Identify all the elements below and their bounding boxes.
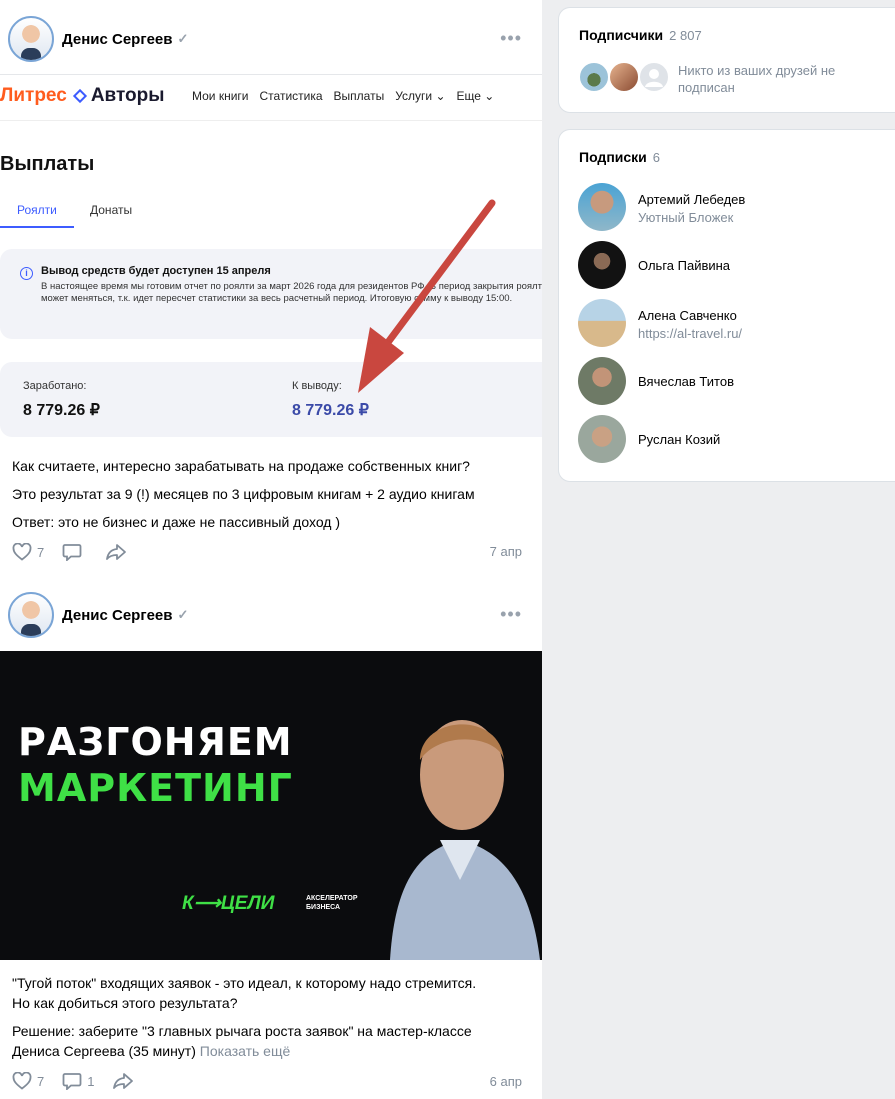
feed-column: Денис Сергеев ✓ ••• Литрес Авторы Мои кн…	[0, 0, 542, 1099]
subscription-name[interactable]: Алена Савченко	[638, 308, 737, 323]
tab-donations: Донаты	[90, 203, 133, 217]
subscription-item[interactable]: Алена Савченко https://al-travel.ru/	[578, 299, 878, 347]
subscription-desc: Уютный Бложек	[638, 210, 734, 225]
heart-icon	[12, 1072, 32, 1090]
post-actions: 7 1	[12, 1070, 157, 1092]
banner-headline-1: РАЗГОНЯЕМ	[18, 720, 293, 764]
page-title: Выплаты	[0, 153, 95, 175]
post-text-line: Ответ: это не бизнес и даже не пассивный…	[12, 514, 341, 530]
nav-item: Еще ⌄	[456, 89, 495, 103]
chevron-down-icon: ⌄	[435, 89, 446, 103]
earned-value: 8 779.26 ₽	[23, 402, 100, 419]
like-count: 7	[37, 1073, 45, 1089]
litres-logo: Литрес Авторы	[0, 85, 165, 106]
post-text-line: Но как добиться этого результата?	[12, 995, 238, 1011]
withdraw-value: 8 779.26 ₽	[292, 402, 369, 419]
post-date[interactable]: 6 апр	[490, 1074, 522, 1089]
subscription-avatar[interactable]	[578, 183, 626, 231]
share-button[interactable]	[105, 543, 132, 561]
red-arrow-icon	[358, 199, 496, 393]
divider	[0, 120, 542, 121]
more-options-icon[interactable]: •••	[500, 604, 522, 625]
author-name[interactable]: Денис Сергеев	[62, 607, 173, 624]
subscription-avatar[interactable]	[578, 241, 626, 289]
followers-title[interactable]: Подписчики	[579, 27, 663, 43]
subscription-avatar[interactable]	[578, 415, 626, 463]
comment-icon	[62, 544, 82, 561]
subscription-name[interactable]: Руслан Козий	[638, 432, 720, 447]
comment-icon	[62, 1073, 82, 1090]
post-text-line: "Тугой поток" входящих заявок - это идеа…	[12, 975, 477, 991]
subscription-avatar[interactable]	[578, 299, 626, 347]
subscriptions-count: 6	[652, 150, 661, 165]
like-count: 7	[37, 544, 45, 560]
nav-item: Статистика	[259, 89, 323, 103]
banner-brand-sub: АКСЕЛЕРАТОР БИЗНЕСА	[306, 895, 358, 911]
post-image-screenshot[interactable]: Литрес Авторы Мои книги Статистика Выпла…	[0, 74, 542, 444]
nav-item: Выплаты	[333, 89, 385, 103]
subscriptions-card: Подписки 6 Артемий Лебедев Уютный Бложек …	[558, 129, 895, 482]
verified-icon: ✓	[177, 607, 189, 622]
speaker-photo	[390, 720, 540, 960]
verified-icon: ✓	[177, 31, 189, 46]
share-icon	[113, 1073, 134, 1089]
like-button[interactable]: 7	[12, 1072, 44, 1090]
subscription-item[interactable]: Ольга Пайвина	[578, 241, 878, 289]
comment-button[interactable]: 1	[62, 1072, 94, 1090]
subscription-name[interactable]: Ольга Пайвина	[638, 258, 730, 273]
post-text-line: Дениса Сергеева (35 минут)	[12, 1043, 196, 1059]
subscription-name[interactable]: Вячеслав Титов	[638, 374, 734, 389]
author-name[interactable]: Денис Сергеев	[62, 31, 173, 48]
share-button[interactable]	[112, 1072, 139, 1090]
followers-count: 2 807	[669, 28, 702, 43]
follower-avatar[interactable]	[578, 61, 610, 93]
followers-card: Подписчики 2 807 Никто из ваших друзей не…	[558, 7, 895, 113]
subscription-name[interactable]: Артемий Лебедев	[638, 192, 745, 207]
logo-diamond-icon	[72, 88, 87, 104]
subscription-link[interactable]: https://al-travel.ru/	[638, 326, 742, 341]
banner-brand: К⟶ЦЕЛИ	[182, 893, 275, 914]
post-header: Денис Сергеев ✓	[8, 16, 188, 62]
litres-nav: Мои книги Статистика Выплаты Услуги ⌄ Ещ…	[192, 89, 494, 103]
tab-royalty: Роялти	[0, 203, 74, 228]
subscriptions-title[interactable]: Подписки	[579, 149, 647, 165]
nav-item: Услуги ⌄	[395, 89, 446, 103]
author-avatar[interactable]	[8, 16, 54, 62]
subscription-avatar[interactable]	[578, 357, 626, 405]
nav-item: Мои книги	[192, 89, 249, 103]
followers-note: Никто из ваших друзей не подписан	[678, 63, 836, 95]
follower-avatar[interactable]	[608, 61, 640, 93]
post-header: Денис Сергеев ✓	[8, 592, 188, 638]
comment-count: 1	[87, 1073, 95, 1089]
chevron-down-icon: ⌄	[484, 89, 495, 103]
subscription-item[interactable]: Артемий Лебедев Уютный Бложек	[578, 183, 878, 231]
comment-button[interactable]	[62, 543, 87, 561]
user-placeholder-icon	[645, 69, 663, 87]
info-icon: i	[20, 267, 33, 280]
withdraw-label: К выводу:	[292, 380, 342, 392]
tabs: Роялти Донаты	[0, 203, 300, 228]
subscription-item[interactable]: Вячеслав Титов	[578, 357, 878, 405]
banner-headline-2: МАРКЕТИНГ	[18, 766, 293, 810]
post-text-line: Как считаете, интересно зарабатывать на …	[12, 458, 470, 474]
post-actions: 7	[12, 541, 150, 563]
heart-icon	[12, 543, 32, 561]
subscription-item[interactable]: Руслан Козий	[578, 415, 878, 463]
more-options-icon[interactable]: •••	[500, 28, 522, 49]
post-date[interactable]: 7 апр	[490, 544, 522, 559]
show-more-link[interactable]: Показать ещё	[200, 1043, 291, 1059]
share-icon	[106, 544, 127, 560]
like-button[interactable]: 7	[12, 543, 44, 561]
author-avatar[interactable]	[8, 592, 54, 638]
earned-label: Заработано:	[23, 380, 87, 392]
post-text-line: Решение: заберите "3 главных рычага рост…	[12, 1023, 472, 1039]
post-text-line: Это результат за 9 (!) месяцев по 3 цифр…	[12, 486, 475, 502]
follower-avatar[interactable]	[638, 61, 670, 93]
